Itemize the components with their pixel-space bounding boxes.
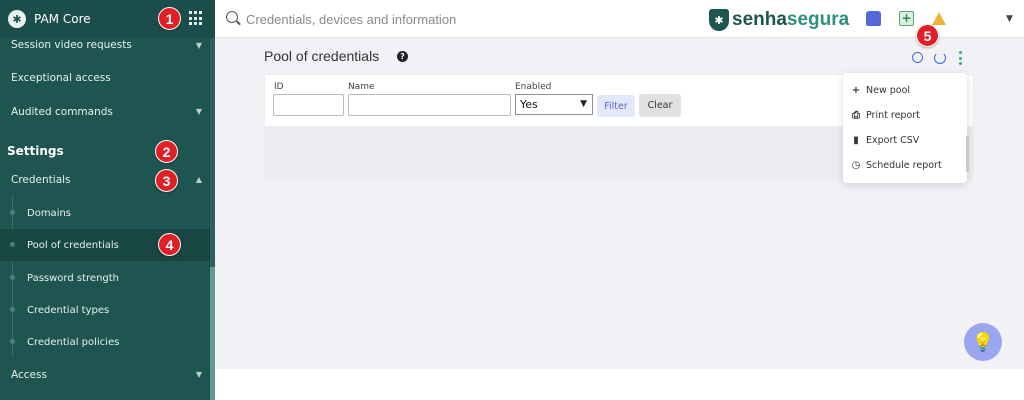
sidebar-section-settings: Settings [7, 144, 64, 158]
search-icon [226, 11, 238, 23]
sidebar-item-label: Credential policies [27, 336, 120, 348]
clear-button[interactable]: Clear [639, 94, 681, 117]
sidebar-item-label: Credentials [11, 173, 71, 186]
sidebar-item-exceptional-access[interactable]: Exceptional access [0, 67, 210, 88]
sidebar-item-label: Password strength [27, 272, 120, 284]
app-title[interactable]: PAM Core [34, 12, 91, 26]
lightbulb-help-icon[interactable]: 💡 [964, 323, 1002, 361]
annotation-badge-2: 2 [155, 140, 178, 163]
sidebar-item-label: Pool of credentials [27, 239, 119, 251]
print-icon: ⎙ [852, 109, 860, 121]
annotation-badge-4: 4 [158, 233, 181, 256]
name-field[interactable] [348, 94, 511, 116]
chevron-up-icon: ▲ [195, 175, 202, 184]
id-field[interactable] [273, 94, 344, 116]
plus-icon: + [851, 84, 861, 96]
menu-item-new-pool[interactable]: + New pool [851, 80, 963, 100]
sidebar-item-access[interactable]: Access ▼ [0, 364, 210, 385]
chevron-down-icon: ▼ [195, 107, 202, 116]
sidebar-item-label: Audited commands [11, 105, 113, 118]
home-icon[interactable] [866, 11, 881, 26]
menu-item-schedule-report[interactable]: ◷ Schedule report [851, 155, 963, 175]
actions-dropdown-menu: + New pool ⎙ Print report ▮ Export CSV ◷… [843, 73, 967, 183]
menu-item-print-report[interactable]: ⎙ Print report [851, 105, 963, 125]
tree-dot [10, 242, 15, 247]
menu-item-label: Schedule report [866, 159, 942, 171]
user-menu-caret-icon[interactable]: ▼ [1006, 14, 1013, 24]
sidebar-item-label: Domains [27, 207, 72, 219]
top-bar: ✱ senhasegura + ▼ [215, 0, 1024, 38]
enabled-label: Enabled [515, 82, 552, 92]
annotation-badge-3: 3 [155, 169, 178, 192]
search-circle-icon[interactable] [912, 52, 923, 63]
brand-logo: ✱ senhasegura [709, 8, 849, 32]
more-options-icon[interactable] [958, 51, 962, 65]
menu-item-export-csv[interactable]: ▮ Export CSV [851, 130, 963, 150]
filter-button[interactable]: Filter [597, 95, 635, 117]
shield-logo-icon: ✱ [709, 9, 729, 31]
sidebar-header: ✱ PAM Core [0, 0, 215, 38]
file-icon: ▮ [853, 134, 859, 146]
sidebar-item-credential-types[interactable]: Credential types [0, 294, 210, 326]
chevron-down-icon: ▼ [195, 40, 202, 50]
select-caret-icon: ▼ [580, 99, 587, 109]
name-label: Name [348, 82, 375, 92]
sidebar-item-credential-policies[interactable]: Credential policies [0, 326, 210, 358]
chevron-down-icon: ▼ [195, 370, 202, 379]
footer [215, 369, 1024, 400]
enabled-select[interactable]: Yes ▼ [515, 94, 593, 115]
sidebar-item-label: Credential types [27, 304, 110, 316]
help-icon[interactable]: ? [397, 51, 408, 62]
sidebar-item-label: Session video requests [11, 39, 132, 51]
sidebar-item-credentials[interactable]: Credentials ▲ [0, 169, 210, 190]
sidebar-item-audited-commands[interactable]: Audited commands ▼ [0, 101, 210, 122]
results-scrollbar[interactable] [966, 136, 969, 172]
sidebar-item-password-strength[interactable]: Password strength [0, 262, 210, 294]
refresh-icon[interactable] [934, 52, 946, 64]
id-label: ID [274, 82, 284, 92]
menu-item-label: New pool [866, 84, 911, 96]
sidebar-item-label: Exceptional access [11, 71, 111, 84]
sidebar-item-domains[interactable]: Domains [0, 197, 210, 229]
enabled-select-value: Yes [520, 98, 538, 111]
add-document-icon[interactable]: + [899, 11, 914, 26]
menu-item-label: Export CSV [866, 134, 920, 146]
brand-name: senhasegura [732, 9, 850, 30]
sidebar: ✱ PAM Core Session video requests ▼ Exce… [0, 0, 215, 400]
annotation-badge-5: 5 [916, 24, 939, 47]
menu-item-label: Print report [866, 109, 920, 121]
annotation-badge-1: 1 [158, 7, 181, 30]
app-logo-icon: ✱ [8, 10, 26, 28]
page-title: Pool of credentials [264, 48, 380, 64]
sidebar-item-session-video-requests[interactable]: Session video requests ▼ [0, 38, 210, 52]
search-input[interactable] [246, 9, 646, 29]
clock-icon: ◷ [851, 159, 861, 171]
warning-icon[interactable] [932, 12, 946, 25]
apps-grid-icon[interactable] [189, 11, 204, 26]
sidebar-item-label: Access [11, 368, 47, 381]
